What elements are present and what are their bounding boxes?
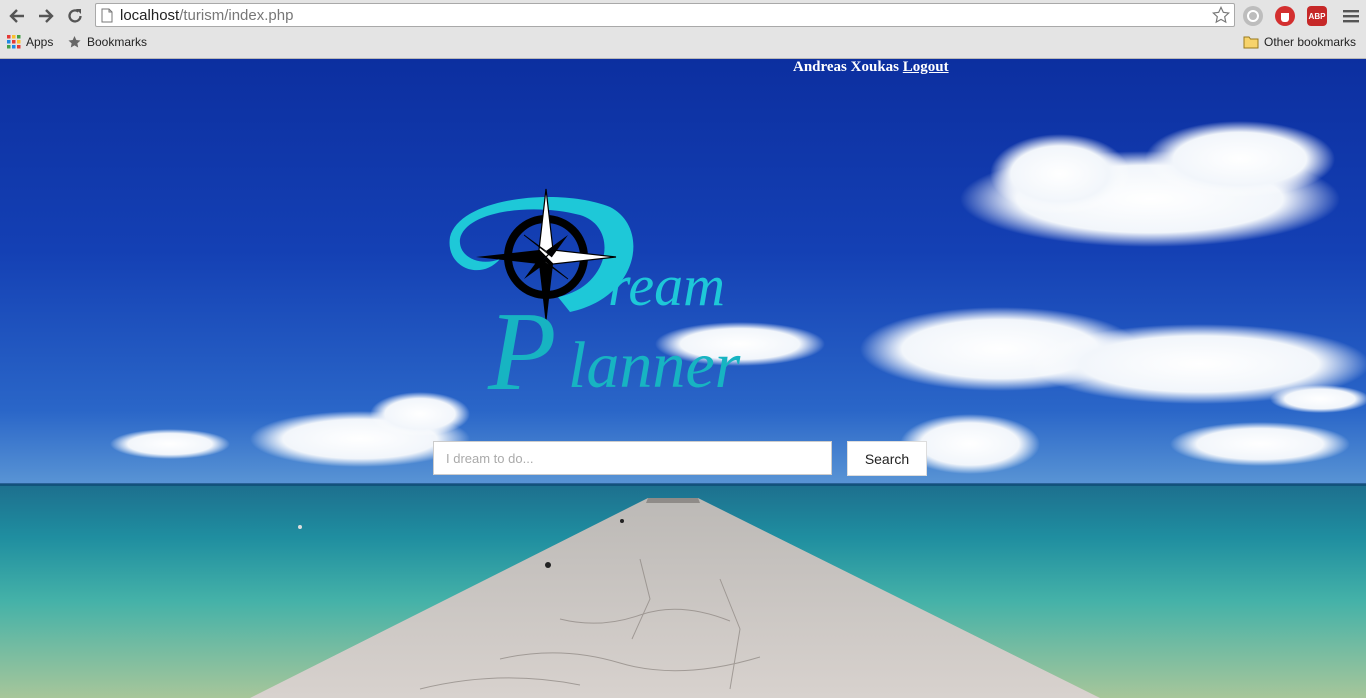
bookmarks-folder[interactable]: Bookmarks [67,35,147,49]
logo-word-dream: ream [608,253,725,318]
menu-button[interactable] [1340,5,1362,27]
adblock-plus-icon[interactable]: ABP [1307,6,1327,26]
gray-extension-glyph [1247,10,1259,22]
url-path: /turism/index.php [179,7,294,24]
page-icon [101,8,113,23]
address-bar[interactable]: localhost/turism/index.php [95,3,1235,27]
forward-arrow-icon [39,9,54,23]
stop-extension-icon[interactable] [1275,6,1295,26]
url-host: localhost [120,7,180,24]
hamburger-menu-icon [1343,10,1359,23]
user-name: Andreas Xoukas [793,59,900,75]
hand-glyph [1281,13,1289,22]
other-bookmarks-folder[interactable]: Other bookmarks [1243,35,1356,49]
browser-toolbar: localhost/turism/index.php ABP [0,0,1366,32]
gray-extension-icon[interactable] [1243,6,1263,26]
dream-planner-logo: ream P lanner [449,188,741,412]
back-arrow-icon [9,9,24,23]
page-viewport: Andreas Xoukas Logout ream P lanner Sear… [0,59,1366,698]
adblock-label: ABP [1308,11,1326,21]
search-button[interactable]: Search [847,441,927,476]
apps-label: Apps [26,35,54,49]
bookmarks-bar: Apps Bookmarks Other bookmarks [0,32,1366,54]
star-icon [68,36,81,48]
url-text: localhost/turism/index.php [120,7,293,24]
bookmark-star-icon[interactable] [1212,6,1230,24]
bookmarks-label: Bookmarks [87,35,148,49]
reload-icon [68,9,82,23]
reload-button[interactable] [64,5,86,27]
forward-button[interactable] [35,5,57,27]
apps-shortcut[interactable]: Apps [7,35,53,49]
logo-initial-p: P [487,290,556,412]
browser-chrome: localhost/turism/index.php ABP Apps Book… [0,0,1366,59]
user-bar: Andreas Xoukas Logout [793,59,949,76]
back-button[interactable] [6,5,28,27]
other-bookmarks-label: Other bookmarks [1264,35,1357,49]
logout-link[interactable]: Logout [903,59,949,75]
folder-icon [1243,36,1259,48]
apps-grid-icon [7,35,21,49]
search-input[interactable] [433,441,832,475]
logo-word-planner: lanner [568,329,741,402]
